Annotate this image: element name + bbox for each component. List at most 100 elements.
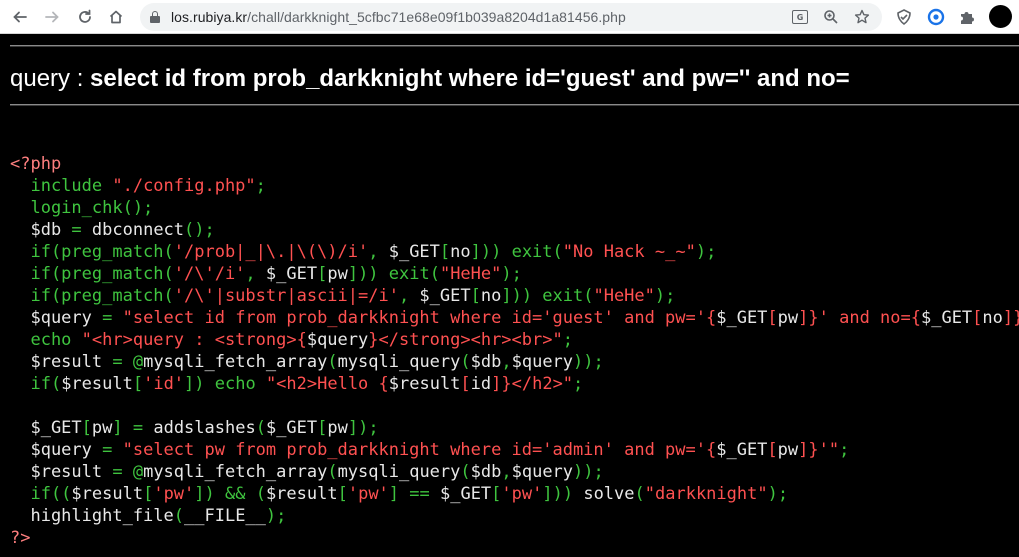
code-token: highlight_file xyxy=(10,506,174,526)
chrome-extension-icon xyxy=(927,8,945,26)
code-line: <?php xyxy=(10,153,1019,175)
reload-icon xyxy=(79,9,91,23)
extensions-button[interactable] xyxy=(955,5,979,29)
code-token: [ xyxy=(491,484,502,504)
code-token: ; xyxy=(573,374,584,394)
code-token: $_GET xyxy=(716,308,768,328)
code-line: if(($result['pw']) && ($result['pw'] == … xyxy=(10,483,1019,505)
translate-icon: G xyxy=(792,10,808,24)
code-token: ); xyxy=(767,484,789,504)
code-token: dbconnect xyxy=(91,220,185,240)
url-host: los.rubiya.kr xyxy=(171,9,248,25)
code-token: [ xyxy=(317,264,328,284)
code-token: include xyxy=(10,176,113,196)
code-token: , xyxy=(368,242,389,262)
code-token: ); xyxy=(654,286,676,306)
code-line: if(preg_match('/\'/i', $_GET[pw])) exit(… xyxy=(10,263,1019,285)
code-token: $db xyxy=(470,352,502,372)
code-token: = @ xyxy=(112,352,144,372)
url-text[interactable]: los.rubiya.kr/chall/darkknight_5cfbc71e6… xyxy=(171,9,626,25)
zoom-button[interactable] xyxy=(821,7,841,27)
code-token: $_GET xyxy=(388,242,440,262)
code-token: "select pw from prob_darkknight where id… xyxy=(122,440,717,460)
code-token: ; xyxy=(562,330,573,350)
code-token: $query xyxy=(10,440,103,460)
arrow-right-icon xyxy=(45,11,59,23)
code-token: no xyxy=(982,308,1003,328)
code-token: }</strong><hr><br>" xyxy=(368,330,563,350)
code-token: [ xyxy=(337,484,348,504)
reload-button[interactable] xyxy=(73,5,97,29)
bookmark-button[interactable] xyxy=(852,7,872,27)
code-token: $result xyxy=(10,462,113,482)
translate-button[interactable]: G xyxy=(790,7,810,27)
code-token: [ xyxy=(767,308,778,328)
code-line: if(preg_match('/\'|substr|ascii|=/i', $_… xyxy=(10,285,1019,307)
code-token: ]) && ( xyxy=(194,484,266,504)
code-token: pw xyxy=(777,308,799,328)
code-token: <?php xyxy=(10,154,62,174)
query-label: query : xyxy=(10,65,91,92)
bottom-divider xyxy=(10,104,1019,106)
chrome-extension-button[interactable] xyxy=(924,5,948,29)
code-token: ); xyxy=(265,506,287,526)
code-token: , xyxy=(501,462,512,482)
code-token: , xyxy=(501,352,512,372)
forward-button[interactable] xyxy=(40,5,64,29)
code-token: ; xyxy=(839,440,850,460)
avatar[interactable] xyxy=(989,5,1012,28)
code-token: $_GET xyxy=(419,286,471,306)
code-token: ])) xyxy=(542,484,584,504)
code-token: ]}" xyxy=(1002,308,1019,328)
star-icon xyxy=(854,9,870,24)
code-token: )); xyxy=(573,352,604,372)
code-token: ] = xyxy=(112,418,154,438)
code-token: pw xyxy=(327,418,348,438)
code-token: ; xyxy=(255,176,266,196)
lock-icon[interactable] xyxy=(150,11,160,23)
code-token: "darkknight" xyxy=(644,484,768,504)
home-button[interactable] xyxy=(104,5,128,29)
puzzle-icon xyxy=(961,12,974,24)
code-token: pw xyxy=(777,440,799,460)
code-token: echo xyxy=(10,330,82,350)
code-token: $_GET xyxy=(265,418,318,438)
code-token: mysqli_query xyxy=(337,352,461,372)
code-line: highlight_file(__FILE__); xyxy=(10,505,1019,527)
code-token: "HeHe" xyxy=(593,286,655,306)
code-token: ]); xyxy=(347,418,379,438)
code-token: '/\'/i' xyxy=(173,264,246,284)
browser-toolbar: los.rubiya.kr/chall/darkknight_5cfbc71e6… xyxy=(0,0,1019,34)
query-output: query : select id from prob_darkknight w… xyxy=(10,65,850,93)
back-button[interactable] xyxy=(8,5,32,29)
code-token: = xyxy=(102,308,123,328)
code-token: [ xyxy=(132,374,144,394)
code-token: mysqli_fetch_array xyxy=(143,352,328,372)
code-token: ])) exit( xyxy=(347,264,440,284)
code-token: = xyxy=(102,440,123,460)
code-token: __FILE__ xyxy=(184,506,266,526)
code-token: (); xyxy=(184,220,215,240)
code-token: login_chk(); xyxy=(10,198,154,218)
code-token: $query xyxy=(306,330,369,350)
code-token: $_GET xyxy=(10,418,82,438)
code-token: $_GET xyxy=(265,264,318,284)
code-line: $query = "select id from prob_darkknight… xyxy=(10,307,1019,329)
code-line: $query = "select pw from prob_darkknight… xyxy=(10,439,1019,461)
address-bar[interactable]: los.rubiya.kr/chall/darkknight_5cfbc71e6… xyxy=(140,3,882,31)
code-token: ]}'" xyxy=(798,440,840,460)
code-token: ( xyxy=(173,506,185,526)
code-line: $result = @mysqli_fetch_array(mysqli_que… xyxy=(10,351,1019,373)
code-token: ( xyxy=(634,484,645,504)
code-line: $_GET[pw] = addslashes($_GET[pw]); xyxy=(10,417,1019,439)
code-line: $result = @mysqli_fetch_array(mysqli_que… xyxy=(10,461,1019,483)
code-token: $db xyxy=(470,462,502,482)
code-token: $db xyxy=(10,220,72,240)
code-line: if($result['id']) echo "<h2>Hello {$resu… xyxy=(10,373,1019,395)
url-path: /chall/darkknight_5cfbc71e68e09f1b039a82… xyxy=(247,9,626,25)
code-token: ?> xyxy=(10,528,31,548)
shield-extension-button[interactable] xyxy=(892,5,916,29)
code-token: 'id' xyxy=(143,374,185,394)
code-token: $result xyxy=(388,374,461,394)
code-token: if(preg_match( xyxy=(10,242,174,262)
